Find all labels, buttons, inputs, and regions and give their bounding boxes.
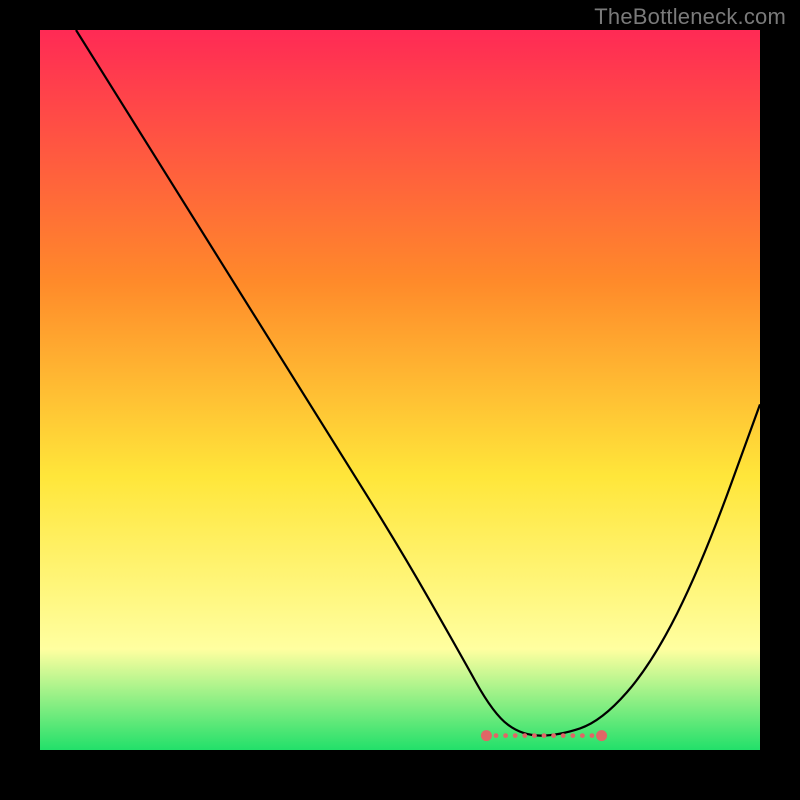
gradient-background [40,30,760,750]
plot-area [40,30,760,750]
chart-svg [40,30,760,750]
watermark-text: TheBottleneck.com [594,4,786,30]
chart-frame: TheBottleneck.com [0,0,800,800]
